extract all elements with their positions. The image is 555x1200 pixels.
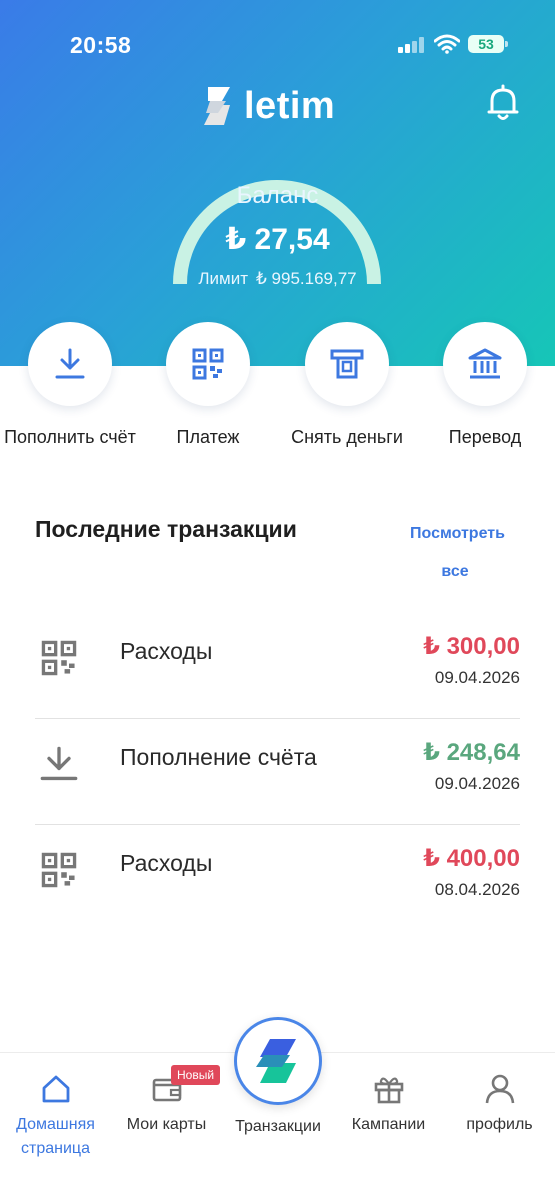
bank-icon bbox=[468, 348, 502, 379]
transfer-action[interactable]: Перевод bbox=[415, 322, 555, 450]
transaction-name: Расходы bbox=[120, 638, 213, 664]
tab-profile[interactable]: профиль bbox=[444, 1073, 555, 1137]
see-all-link[interactable]: Посмотреть все bbox=[410, 515, 505, 591]
qr-code-icon bbox=[41, 852, 77, 888]
transaction-amount: ₺ 400,00 bbox=[423, 845, 520, 872]
transaction-amount: ₺ 300,00 bbox=[423, 633, 520, 660]
transaction-row[interactable]: Расходы ₺ 300,00 09.04.2026 bbox=[35, 612, 520, 718]
withdraw-action[interactable]: Снять деньги bbox=[277, 322, 417, 450]
limit-value: ₺ 995.169,77 bbox=[256, 269, 357, 288]
transaction-date: 09.04.2026 bbox=[434, 774, 520, 793]
transactions-title: Последние транзакции bbox=[35, 516, 297, 542]
transfer-label: Перевод bbox=[448, 427, 522, 447]
payment-action[interactable]: Платеж bbox=[138, 322, 278, 450]
transaction-name: Пополнение счёта bbox=[120, 744, 317, 770]
bell-icon[interactable] bbox=[486, 84, 520, 122]
balance-label: Баланс bbox=[236, 182, 319, 209]
transaction-row[interactable]: Пополнение счёта ₺ 248,64 09.04.2026 bbox=[35, 718, 520, 824]
transaction-row[interactable]: Расходы ₺ 400,00 08.04.2026 bbox=[35, 824, 520, 930]
tab-cards-label: Мои карты bbox=[126, 1116, 207, 1133]
transactions-center-button[interactable] bbox=[234, 1017, 322, 1105]
transaction-date: 08.04.2026 bbox=[434, 880, 520, 899]
new-badge: Новый bbox=[171, 1065, 221, 1085]
limit-label: Лимит bbox=[198, 269, 248, 288]
tab-profile-label: профиль bbox=[466, 1116, 533, 1133]
withdraw-button[interactable] bbox=[305, 322, 389, 406]
topup-action[interactable]: Пополнить счёт bbox=[0, 322, 140, 450]
topup-button[interactable] bbox=[28, 322, 112, 406]
status-bar: 20:58 53 bbox=[0, 0, 555, 90]
download-icon bbox=[40, 746, 78, 781]
withdraw-label: Снять деньги bbox=[291, 427, 403, 447]
app-logo: letim bbox=[200, 84, 335, 128]
atm-icon bbox=[330, 349, 364, 379]
lightning-logo-icon bbox=[256, 1039, 296, 1083]
tab-home[interactable]: Домашняя страница bbox=[0, 1073, 111, 1161]
battery-indicator: 53 bbox=[468, 35, 508, 53]
transaction-date: 09.04.2026 bbox=[434, 668, 520, 687]
payment-button[interactable] bbox=[166, 322, 250, 406]
signal-icon bbox=[398, 37, 426, 53]
topup-label: Пополнить счёт bbox=[4, 427, 136, 447]
lightning-logo-icon bbox=[204, 87, 230, 125]
qr-code-icon bbox=[41, 640, 77, 676]
tab-home-label: Домашняя страница bbox=[16, 1116, 95, 1157]
payment-label: Платеж bbox=[176, 427, 240, 447]
balance-value: ₺ 27,54 bbox=[225, 223, 330, 256]
tab-campaigns-label: Кампании bbox=[351, 1116, 426, 1133]
transfer-button[interactable] bbox=[443, 322, 527, 406]
qr-code-icon bbox=[192, 348, 224, 380]
download-icon bbox=[55, 348, 85, 379]
logo-text: letim bbox=[244, 84, 336, 127]
home-icon bbox=[42, 1075, 69, 1103]
wifi-icon bbox=[434, 34, 460, 54]
tab-campaigns[interactable]: Кампании bbox=[333, 1073, 444, 1137]
tab-transactions-label: Транзакции bbox=[235, 1118, 321, 1135]
gift-icon bbox=[374, 1077, 403, 1104]
user-icon bbox=[485, 1074, 514, 1104]
status-time: 20:58 bbox=[70, 32, 132, 58]
transaction-name: Расходы bbox=[120, 850, 213, 876]
transaction-amount: ₺ 248,64 bbox=[423, 739, 520, 766]
limit-row: Лимит ₺ 995.169,77 bbox=[0, 269, 555, 289]
